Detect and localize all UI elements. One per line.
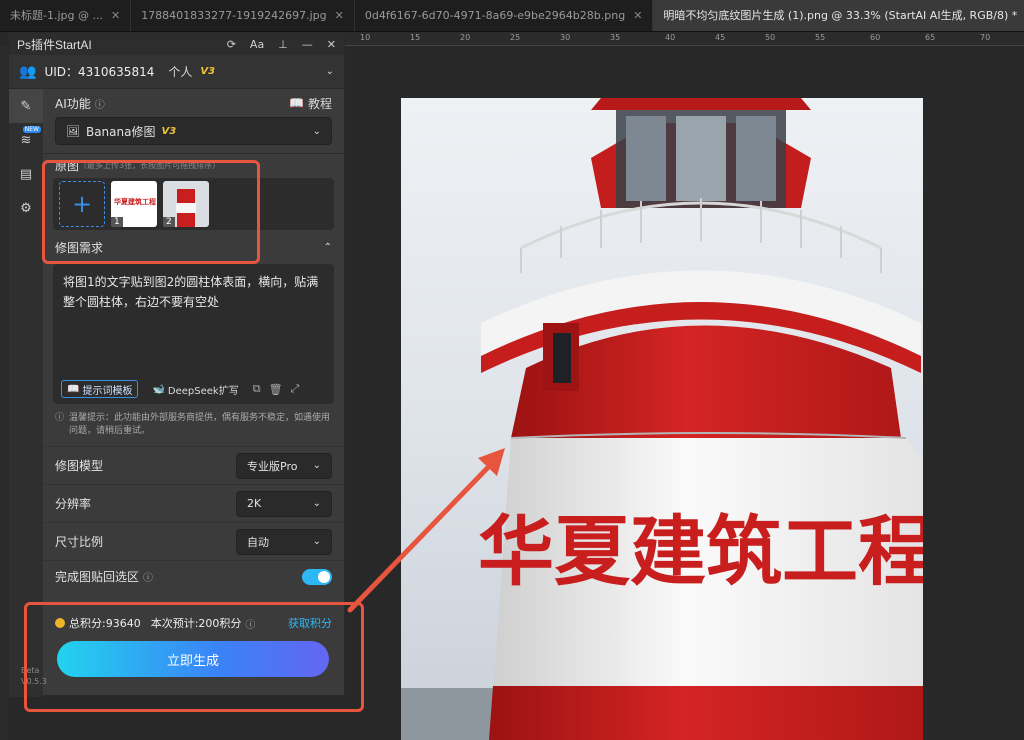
close-tab-icon[interactable]: ✕ bbox=[111, 0, 120, 31]
book-icon: 📖 bbox=[67, 383, 80, 395]
text-size-icon[interactable]: Aa bbox=[250, 38, 264, 51]
info-icon[interactable]: ⓘ bbox=[95, 96, 105, 111]
highlight-source-images bbox=[42, 160, 260, 264]
settings-icon[interactable]: ⚙ bbox=[9, 191, 43, 225]
layers-icon[interactable]: ≋ NEW bbox=[9, 123, 43, 157]
uid-text: UID：4310635814 bbox=[44, 65, 155, 79]
deepseek-icon: 🐋 bbox=[152, 383, 165, 395]
refresh-icon[interactable]: ⟳ bbox=[227, 38, 236, 51]
info-icon[interactable]: ⓘ bbox=[143, 569, 153, 584]
ai-function-row: AI功能 ⓘ 📖 教程 bbox=[43, 89, 344, 117]
trash-icon[interactable]: 🗑 bbox=[269, 383, 283, 396]
chevron-down-icon[interactable]: ⌄ bbox=[326, 66, 334, 77]
info-icon: ⓘ bbox=[55, 413, 65, 423]
tab-document-2[interactable]: 1788401833277-1919242697.jpg ✕ bbox=[131, 0, 355, 31]
close-tab-icon[interactable]: ✕ bbox=[633, 0, 642, 31]
panel-title: Ps插件StartAI bbox=[17, 37, 92, 52]
startai-plugin-panel: Ps插件StartAI ⟳ Aa ⊥ — ✕ 👥 UID：4310635814 … bbox=[8, 32, 345, 697]
document-icon[interactable]: ▤ bbox=[9, 157, 43, 191]
resolution-row: 分辨率 2K ⌄ bbox=[43, 484, 344, 522]
edit-icon[interactable]: ✎ bbox=[9, 89, 43, 123]
pin-icon[interactable]: ⊥ bbox=[278, 38, 288, 51]
deepseek-expand-button[interactable]: 🐋 DeepSeek扩写 bbox=[146, 380, 244, 398]
book-icon: 📖 bbox=[289, 96, 304, 110]
user-info-row[interactable]: 👥 UID：4310635814 个人 V3 ⌄ bbox=[9, 55, 344, 89]
chevron-down-icon: ⌄ bbox=[312, 536, 321, 547]
chevron-down-icon: ⌄ bbox=[312, 460, 321, 471]
tab-document-active[interactable]: 明暗不均匀底纹图片生成 (1).png @ 33.3% (StartAI AI生… bbox=[653, 0, 1024, 31]
aspect-ratio-select[interactable]: 自动 ⌄ bbox=[236, 528, 332, 555]
model-select[interactable]: 专业版Pro ⌄ bbox=[236, 452, 332, 479]
history-icon[interactable]: ⧉ bbox=[253, 382, 261, 396]
artwork-text: 华夏建筑工程 bbox=[478, 507, 923, 596]
chevron-down-icon: ⌄ bbox=[312, 125, 321, 137]
tab-document-1[interactable]: 未标题-1.jpg @ ... ✕ bbox=[0, 0, 132, 31]
notice: ⓘ 温馨提示：此功能由外部服务商提供，偶有服务不稳定，如遇使用问题，请稍后重试。 bbox=[55, 413, 331, 436]
tab-document-3[interactable]: 0d4f6167-6d70-4971-8a69-e9be2964b28b.png… bbox=[355, 0, 654, 31]
expand-icon[interactable]: ⤢ bbox=[291, 382, 300, 396]
chevron-up-icon[interactable]: ⌃ bbox=[324, 242, 332, 253]
close-tab-icon[interactable]: ✕ bbox=[335, 0, 344, 31]
close-icon[interactable]: ✕ bbox=[327, 38, 336, 51]
paste-back-toggle[interactable] bbox=[302, 568, 332, 585]
ai-function-select[interactable]: 🖼 Banana修图 V3 ⌄ bbox=[55, 117, 332, 145]
highlight-generate-area bbox=[24, 602, 364, 712]
top-ruler: 10 15 20 25 30 35 40 45 50 55 60 65 70 bbox=[345, 32, 1024, 46]
aspect-ratio-row: 尺寸比例 自动 ⌄ bbox=[43, 522, 344, 560]
resolution-select[interactable]: 2K ⌄ bbox=[236, 490, 332, 517]
left-ruler bbox=[0, 46, 8, 740]
paste-back-row: 完成图贴回选区 ⓘ bbox=[43, 560, 344, 592]
prompt-textarea[interactable]: 将图1的文字贴到图2的圆柱体表面，横向，贴满整个圆柱体，右边不要有空处 📖 提示… bbox=[53, 264, 334, 404]
prompt-template-button[interactable]: 📖 提示词模板 bbox=[61, 380, 139, 398]
chevron-down-icon: ⌄ bbox=[312, 498, 321, 509]
lighthouse-image: 华夏建筑工程 bbox=[401, 98, 923, 740]
level-badge: V3 bbox=[200, 66, 216, 77]
plan-text: 个人 bbox=[168, 65, 193, 79]
lighthouse-artwork[interactable]: 华夏建筑工程 bbox=[401, 98, 923, 740]
ai-function-label: AI功能 bbox=[55, 96, 91, 111]
document-tabbar: 未标题-1.jpg @ ... ✕ 1788401833277-191924269… bbox=[0, 0, 1024, 32]
minimize-icon[interactable]: — bbox=[302, 38, 313, 51]
users-icon: 👥 bbox=[19, 63, 37, 80]
new-badge: NEW bbox=[22, 126, 41, 133]
image-icon: 🖼 bbox=[66, 124, 80, 138]
panel-header: Ps插件StartAI ⟳ Aa ⊥ — ✕ bbox=[9, 33, 344, 55]
tutorial-link[interactable]: 📖 教程 bbox=[289, 95, 332, 112]
model-row: 修图模型 专业版Pro ⌄ bbox=[43, 446, 344, 484]
